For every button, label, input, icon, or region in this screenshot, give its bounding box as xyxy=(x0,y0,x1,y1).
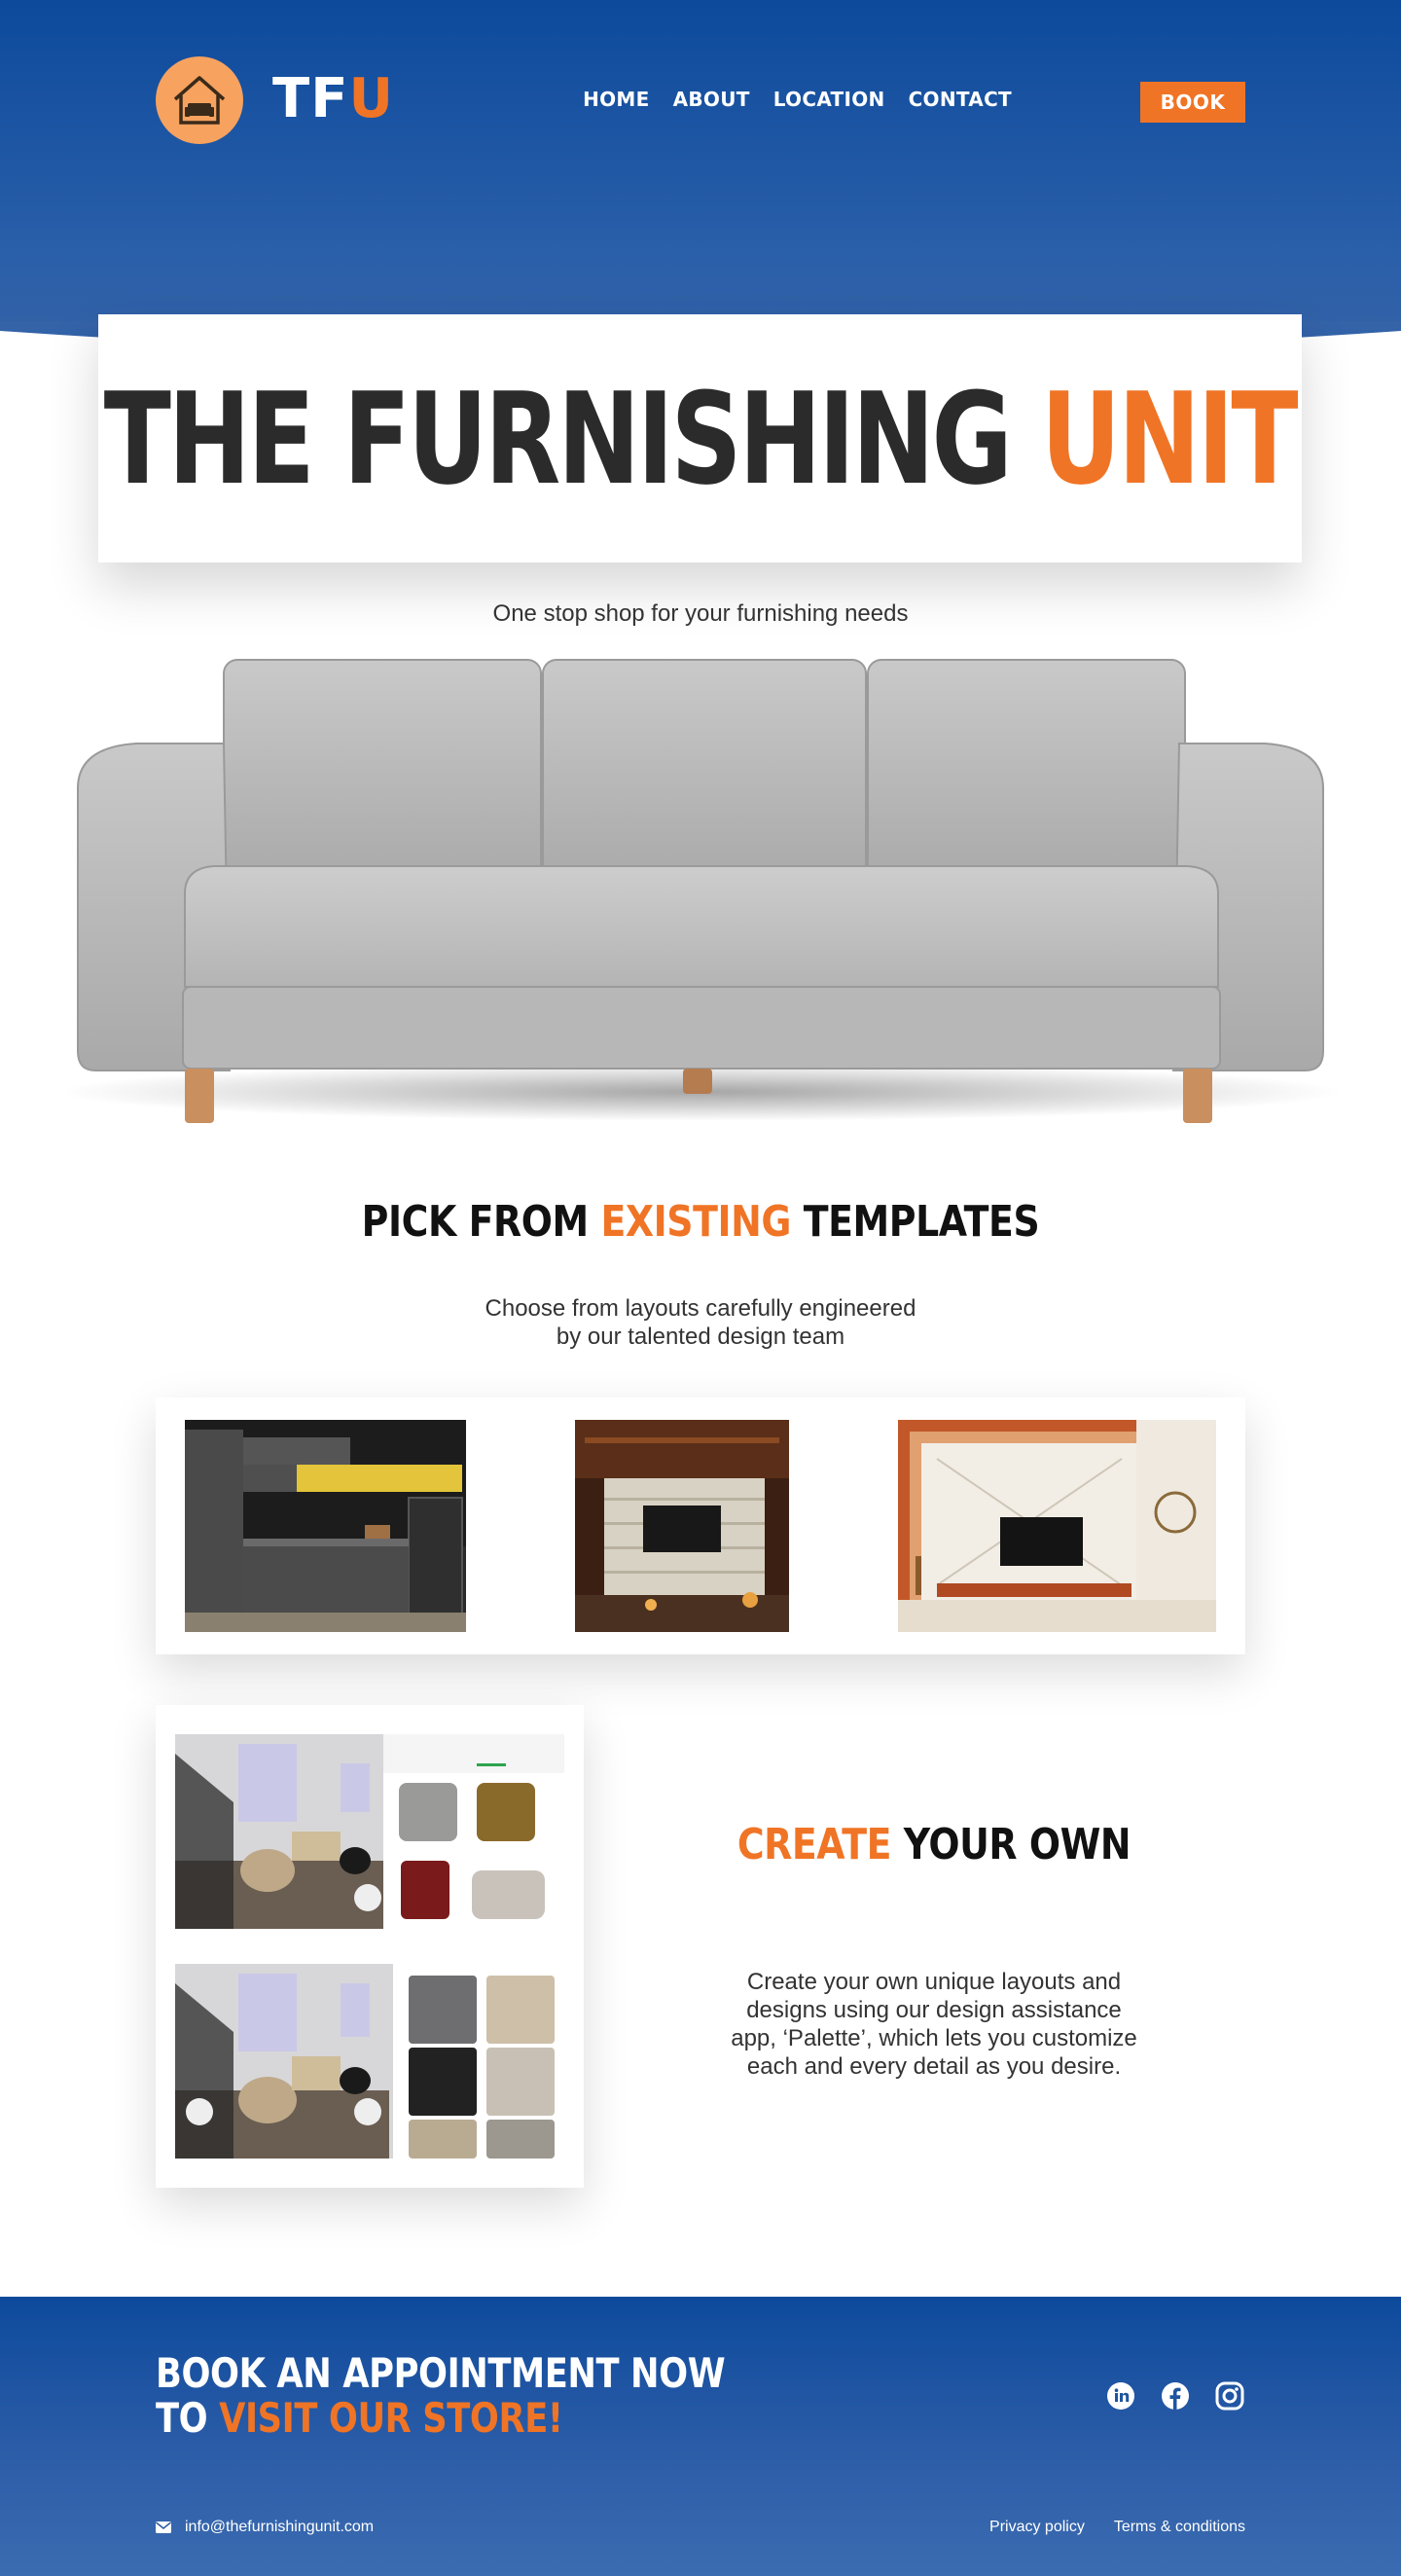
sofa-image xyxy=(58,659,1343,1123)
palette-app-preview xyxy=(156,1705,584,2188)
templates-heading-post: TEMPLATES xyxy=(791,1197,1040,1247)
envelope-icon xyxy=(156,2522,171,2533)
hero-title-accent: UNIT xyxy=(1041,364,1299,513)
template-image-tv-wall[interactable] xyxy=(575,1420,789,1632)
create-heading-accent: CREATE xyxy=(736,1820,892,1869)
nav-links: HOME ABOUT LOCATION CONTACT xyxy=(559,88,1012,111)
nav-home[interactable]: HOME xyxy=(583,88,650,111)
facebook-icon[interactable] xyxy=(1160,2380,1191,2412)
palette-screenshot-furniture[interactable] xyxy=(175,1734,564,1929)
create-heading: CREATE YOUR OWN xyxy=(700,1820,1168,1869)
linkedin-icon[interactable] xyxy=(1105,2380,1136,2412)
social-links xyxy=(1105,2380,1245,2412)
templates-subtitle: Choose from layouts carefully engineered… xyxy=(0,1294,1401,1351)
footer-cta-line2-pre: TO xyxy=(156,2394,220,2442)
footer: BOOK AN APPOINTMENT NOW TO VISIT OUR STO… xyxy=(0,2297,1401,2576)
create-body: Create your own unique layouts and design… xyxy=(681,1968,1187,2081)
logo-text-accent: U xyxy=(348,67,394,130)
hero-band xyxy=(0,0,1401,360)
template-image-kitchen[interactable] xyxy=(185,1420,466,1632)
create-body-line1: Create your own unique layouts and xyxy=(746,1969,1122,1995)
footer-cta-line2-accent: VISIT OUR STORE! xyxy=(219,2394,563,2442)
hero-title-main: THE FURNISHING xyxy=(104,364,1042,513)
templates-gallery xyxy=(156,1397,1245,1654)
footer-cta: BOOK AN APPOINTMENT NOW TO VISIT OUR STO… xyxy=(156,2349,726,2441)
top-navigation: TFU HOME ABOUT LOCATION CONTACT BOOK xyxy=(156,56,1245,146)
nav-about[interactable]: ABOUT xyxy=(673,88,750,111)
footer-legal-links: Privacy policy Terms & conditions xyxy=(989,2519,1245,2536)
house-sofa-icon xyxy=(173,76,226,125)
nav-contact[interactable]: CONTACT xyxy=(909,88,1012,111)
footer-cta-line2: TO VISIT OUR STORE! xyxy=(156,2396,725,2441)
create-heading-post: YOUR OWN xyxy=(891,1820,1132,1869)
templates-heading: PICK FROM EXISTING TEMPLATES xyxy=(98,1197,1303,1247)
logo[interactable] xyxy=(156,56,243,144)
logo-text-main: TF xyxy=(272,67,349,130)
nav-location[interactable]: LOCATION xyxy=(773,88,885,111)
hero-title-card: THE FURNISHING UNIT xyxy=(98,314,1302,562)
templates-heading-accent: EXISTING xyxy=(600,1197,792,1247)
book-button[interactable]: BOOK xyxy=(1140,82,1245,123)
create-body-line2: designs using our design assistance xyxy=(746,1997,1122,2023)
footer-email[interactable]: info@thefurnishingunit.com xyxy=(156,2519,374,2536)
footer-email-text: info@thefurnishingunit.com xyxy=(185,2519,375,2535)
footer-bottom: info@thefurnishingunit.com Privacy polic… xyxy=(156,2519,1245,2542)
templates-subtitle-line2: by our talented design team xyxy=(556,1324,845,1350)
create-body-line4: each and every detail as you desire. xyxy=(746,2053,1122,2080)
templates-heading-pre: PICK FROM xyxy=(361,1197,601,1247)
footer-cta-line1: BOOK AN APPOINTMENT NOW xyxy=(156,2349,726,2397)
privacy-policy-link[interactable]: Privacy policy xyxy=(989,2519,1085,2536)
template-image-living-room[interactable] xyxy=(898,1420,1216,1632)
palette-screenshot-fabric[interactable] xyxy=(175,1964,564,2159)
hero-tagline: One stop shop for your furnishing needs xyxy=(492,600,909,627)
hero-title: THE FURNISHING UNIT xyxy=(104,376,1299,502)
create-body-line3: app, ‘Palette’, which lets you customize xyxy=(731,2025,1137,2051)
terms-link[interactable]: Terms & conditions xyxy=(1114,2519,1245,2536)
templates-subtitle-line1: Choose from layouts carefully engineered xyxy=(485,1295,916,1322)
logo-wordmark[interactable]: TFU xyxy=(272,68,394,130)
instagram-icon[interactable] xyxy=(1214,2380,1245,2412)
